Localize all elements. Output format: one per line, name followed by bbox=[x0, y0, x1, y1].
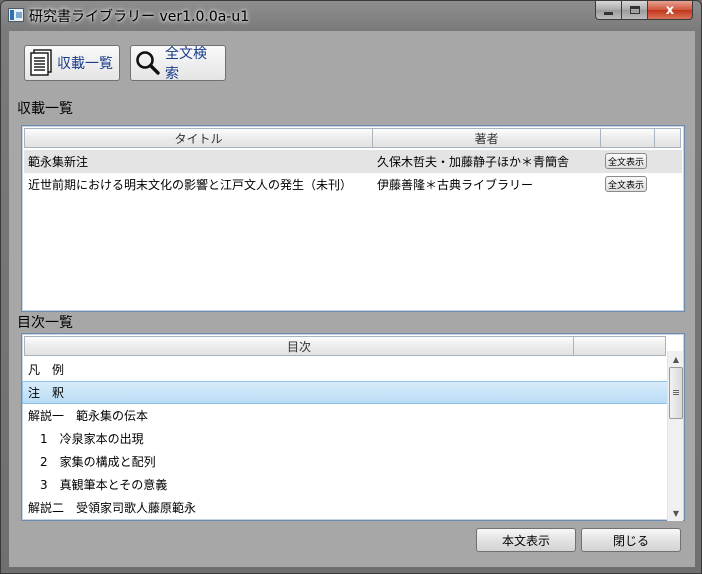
scroll-down-arrow-icon[interactable]: ▼ bbox=[668, 505, 684, 521]
window-title: 研究書ライブラリー ver1.0.0a-u1 bbox=[29, 9, 250, 25]
fulltext-search-button[interactable]: 全文検索 bbox=[130, 45, 226, 82]
toc-item[interactable]: 1 冷泉家本の出現 bbox=[22, 427, 668, 450]
close-button[interactable]: 閉じる bbox=[581, 528, 681, 552]
fulltext-view-button[interactable]: 全文表示 bbox=[605, 176, 647, 192]
close-icon: x bbox=[665, 2, 675, 18]
toc-header: 目次 bbox=[24, 336, 666, 356]
show-body-button[interactable]: 本文表示 bbox=[476, 528, 576, 552]
toc-item-selected[interactable]: 注 釈 bbox=[22, 381, 668, 404]
toc-item[interactable]: 解説一 範永集の伝本 bbox=[22, 404, 668, 427]
collection-header: タイトル 著者 bbox=[24, 128, 681, 148]
column-header-toc[interactable]: 目次 bbox=[24, 336, 574, 356]
collection-list-button[interactable]: 収載一覧 bbox=[24, 45, 120, 81]
table-row[interactable]: 範永集新注 久保木哲夫・加藤静子ほか＊青簡舎 全文表示 bbox=[24, 150, 682, 173]
fulltext-search-label: 全文検索 bbox=[165, 46, 207, 82]
document-list-icon bbox=[29, 49, 53, 77]
title-bar[interactable]: 研究書ライブラリー ver1.0.0a-u1 x bbox=[1, 1, 701, 29]
minimize-icon bbox=[604, 11, 613, 15]
column-header-title[interactable]: タイトル bbox=[24, 128, 373, 148]
collection-grid: タイトル 著者 範永集新注 久保木哲夫・加藤静子ほか＊青簡舎 全文表示 近世前期… bbox=[21, 125, 685, 312]
toc-grid: 目次 凡 例 注 釈 解説一 範永集の伝本 1 冷泉家本の出現 2 家集の構成と… bbox=[21, 333, 685, 521]
fulltext-view-button[interactable]: 全文表示 bbox=[605, 153, 647, 169]
main-window: 研究書ライブラリー ver1.0.0a-u1 x 収載一覧 全文検索 収載一覧 … bbox=[0, 0, 702, 574]
table-row[interactable]: 近世前期における明末文化の影響と江戸文人の発生（未刊） 伊藤善隆＊古典ライブラリ… bbox=[24, 173, 682, 196]
column-header-filler bbox=[574, 336, 666, 356]
toc-scrollbar[interactable]: ▲ ▼ bbox=[667, 351, 683, 521]
toc-item[interactable]: 2 家集の構成と配列 bbox=[22, 450, 668, 473]
magnifier-icon bbox=[135, 50, 161, 76]
row-author: 伊藤善隆＊古典ライブラリー bbox=[377, 178, 534, 192]
toc-item[interactable]: 凡 例 bbox=[22, 358, 668, 381]
client-area: 収載一覧 全文検索 収載一覧 タイトル 著者 範永集新注 久保木哲夫・加藤静子ほ… bbox=[9, 31, 695, 567]
toc-item[interactable]: 3 真観筆本とその意義 bbox=[22, 473, 668, 496]
row-author: 久保木哲夫・加藤静子ほか＊青簡舎 bbox=[377, 155, 570, 169]
column-header-filler bbox=[655, 128, 681, 148]
maximize-button[interactable] bbox=[622, 1, 648, 20]
toc-item[interactable]: 解説二 受領家司歌人藤原範永 bbox=[22, 496, 668, 519]
app-icon bbox=[8, 8, 24, 22]
column-header-action bbox=[601, 128, 655, 148]
row-title: 近世前期における明末文化の影響と江戸文人の発生（未刊） bbox=[28, 178, 353, 192]
minimize-button[interactable] bbox=[595, 1, 622, 20]
close-window-button[interactable]: x bbox=[648, 1, 693, 20]
collection-section-label: 収載一覧 bbox=[17, 101, 73, 117]
scroll-up-arrow-icon[interactable]: ▲ bbox=[668, 351, 684, 367]
toc-section-label: 目次一覧 bbox=[17, 315, 73, 331]
column-header-author[interactable]: 著者 bbox=[373, 128, 601, 148]
maximize-icon bbox=[629, 6, 640, 14]
row-title: 範永集新注 bbox=[28, 155, 89, 169]
thumb-grip-icon bbox=[673, 390, 679, 396]
collection-list-label: 収載一覧 bbox=[57, 56, 113, 72]
scroll-thumb[interactable] bbox=[669, 367, 683, 419]
caption-buttons: x bbox=[595, 1, 693, 20]
